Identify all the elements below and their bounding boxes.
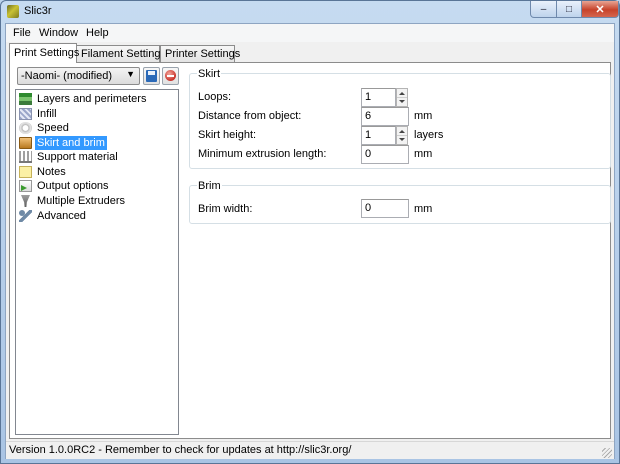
status-bar: Version 1.0.0RC2 - Remember to check for… [6,441,614,459]
save-icon [146,70,157,82]
brim-width-label: Brim width: [198,203,253,215]
infill-icon [19,108,32,120]
tree-item-label: Notes [37,166,66,178]
chevron-down-icon: ▼ [126,69,135,79]
extruder-icon [21,195,30,207]
save-preset-button[interactable] [143,67,160,85]
tab-filament-settings[interactable]: Filament Settings [76,45,166,62]
title-bar[interactable]: Slic3r – □ ✕ [1,1,619,23]
resize-grip-icon[interactable] [602,448,612,458]
loops-label: Loops: [198,91,232,103]
slic3r-app-icon [7,5,19,18]
skirt-group-title: Skirt [197,68,221,80]
wrench-icon [19,210,32,222]
tree-item-label: Output options [37,180,109,192]
menu-bar: File Window Help [6,24,614,42]
tab-print-settings[interactable]: Print Settings [9,43,79,63]
delete-preset-button[interactable] [162,67,179,85]
menu-help[interactable]: Help [86,27,109,39]
skirt-height-unit: layers [414,129,444,141]
tree-item-label: Advanced [37,210,86,222]
tree-item-label: Multiple Extruders [37,195,126,207]
menu-window[interactable]: Window [39,27,78,39]
window-title: Slic3r [24,5,52,17]
status-text: Version 1.0.0RC2 - Remember to check for… [9,444,352,456]
maximize-button[interactable]: □ [556,1,582,18]
distance-input[interactable]: 6 [361,107,409,126]
speed-icon [19,122,32,134]
app-window: Slic3r – □ ✕ File Window Help Print Sett… [0,0,620,464]
brim-group-title: Brim [197,180,222,192]
close-button[interactable]: ✕ [581,1,619,18]
loops-input[interactable]: 1 [361,88,396,107]
support-icon [19,151,32,163]
min-extrusion-unit: mm [414,148,433,160]
tree-item-label: Infill [37,108,57,120]
preset-value: -Naomi- (modified) [21,70,113,82]
skirt-height-label: Skirt height: [198,129,257,141]
preset-dropdown[interactable]: -Naomi- (modified) ▼ [17,67,140,85]
brim-width-input[interactable]: 0 [361,199,409,218]
layers-icon [19,93,32,105]
tree-item-label: Layers and perimeters [37,93,147,105]
brim-width-unit: mm [414,203,433,215]
tree-item-label: Support material [37,151,118,163]
skirt-height-input[interactable]: 1 [361,126,396,145]
distance-unit: mm [414,110,433,122]
minimize-button[interactable]: – [530,1,557,18]
min-extrusion-label: Minimum extrusion length: [198,148,327,160]
skirt-group: Skirt Loops: 1 Distance from object: 6 m… [189,68,611,169]
delete-icon [165,70,176,81]
skirt-height-spinner[interactable] [396,126,408,145]
skirt-icon [19,137,32,149]
loops-spinner[interactable] [396,88,408,107]
menu-file[interactable]: File [13,27,31,39]
tree-item-label: Speed [37,122,69,134]
client-area: File Window Help Print Settings Filament… [5,23,615,459]
distance-label: Distance from object: [198,110,302,122]
settings-page-tree: Layers and perimeters Infill Speed Skirt… [15,89,179,435]
brim-group: Brim Brim width: 0 mm [189,180,611,224]
min-extrusion-input[interactable]: 0 [361,145,409,164]
notes-icon [19,166,32,178]
settings-tabs: Print Settings Filament Settings Printer… [9,43,609,63]
tab-printer-settings[interactable]: Printer Settings [160,45,240,62]
tree-item-label: Skirt and brim [35,136,107,150]
output-icon [19,180,32,192]
print-settings-panel: -Naomi- (modified) ▼ Layers and perimete… [9,62,611,439]
